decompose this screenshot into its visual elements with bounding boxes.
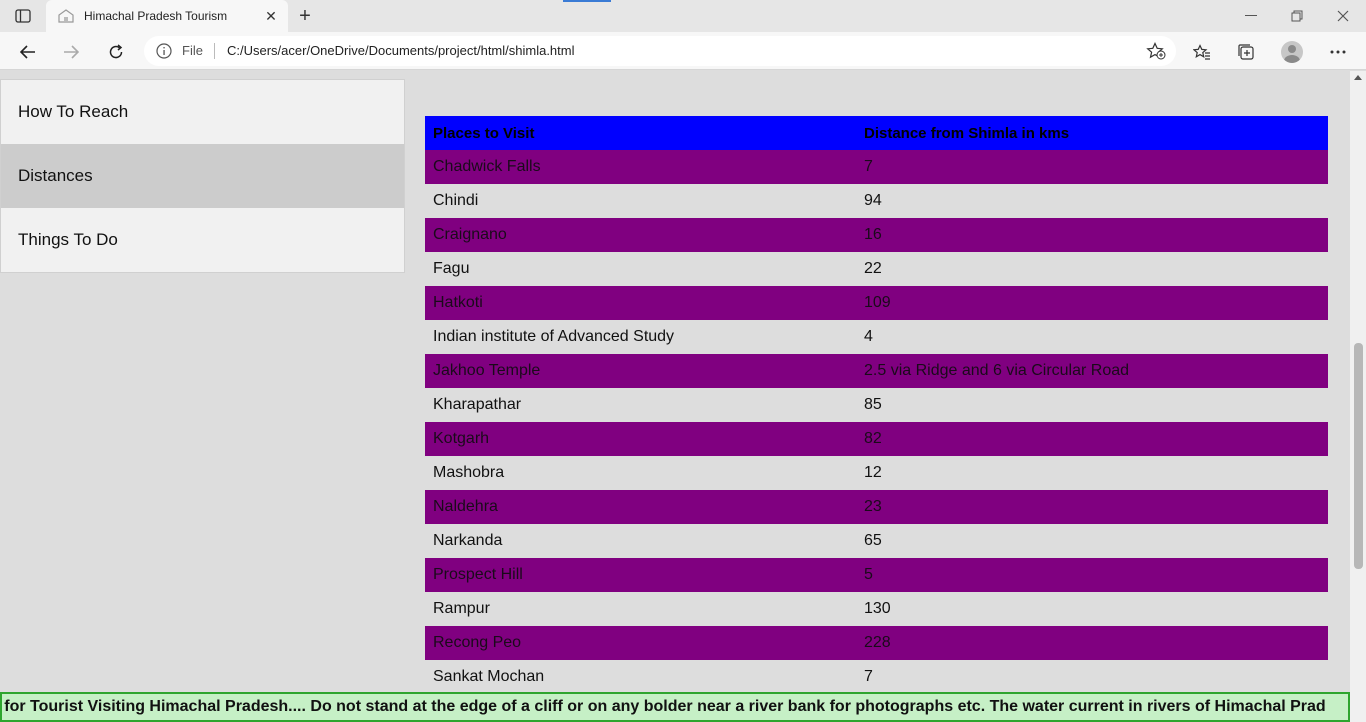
place-cell: Recong Peo — [425, 626, 856, 660]
table-row: Kharapathar 85 — [425, 388, 1328, 422]
place-cell: Craignano — [425, 218, 856, 252]
table-row: Narkanda 65 — [425, 524, 1328, 558]
accent-line — [563, 0, 611, 2]
place-cell: Narkanda — [433, 532, 503, 549]
distance-cell: 85 — [864, 396, 882, 413]
side-menu: How To Reach Distances Things To Do — [0, 79, 405, 273]
distance-cell: 228 — [856, 626, 1328, 660]
tab-actions-icon — [15, 9, 31, 23]
table-row: Fagu 22 — [425, 252, 1328, 286]
table-row: Chadwick Falls 7 — [425, 150, 1328, 184]
header-distance: Distance from Shimla in kms — [856, 116, 1328, 150]
tab-close-icon[interactable]: ✕ — [262, 7, 280, 25]
menu-item-how-to-reach[interactable]: How To Reach — [1, 80, 404, 144]
distance-cell: 94 — [864, 192, 882, 209]
place-cell: Fagu — [433, 260, 470, 277]
distance-cell: 22 — [864, 260, 882, 277]
table-row: Hatkoti 109 — [425, 286, 1328, 320]
tab-title: Himachal Pradesh Tourism — [84, 9, 228, 23]
place-cell: Naldehra — [425, 490, 856, 524]
menu-item-distances[interactable]: Distances — [1, 144, 404, 208]
place-cell: Jakhoo Temple — [425, 354, 856, 388]
distance-cell: 16 — [856, 218, 1328, 252]
place-cell: Hatkoti — [425, 286, 856, 320]
place-cell: Kharapathar — [433, 396, 522, 413]
distance-cell: 23 — [856, 490, 1328, 524]
table-row: Kotgarh 82 — [425, 422, 1328, 456]
distance-cell: 4 — [864, 328, 873, 345]
distance-cell: 82 — [856, 422, 1328, 456]
distances-table: Places to Visit Distance from Shimla in … — [425, 116, 1328, 694]
distance-cell: 2.5 via Ridge and 6 via Circular Road — [856, 354, 1328, 388]
table-row: Jakhoo Temple 2.5 via Ridge and 6 via Cir… — [425, 354, 1328, 388]
collections-icon[interactable] — [1233, 39, 1259, 65]
header-places: Places to Visit — [425, 116, 856, 150]
menu-item-things-to-do[interactable]: Things To Do — [1, 208, 404, 272]
distance-cell: 130 — [864, 600, 891, 617]
file-label: File — [182, 43, 203, 58]
distance-cell: 65 — [864, 532, 882, 549]
table-row: Indian institute of Advanced Study 4 — [425, 320, 1328, 354]
place-cell: Rampur — [433, 600, 490, 617]
back-icon[interactable] — [15, 39, 41, 65]
place-cell: Chindi — [433, 192, 479, 209]
close-window-icon[interactable] — [1328, 6, 1358, 26]
place-cell: Mashobra — [433, 464, 505, 481]
minimize-icon[interactable] — [1236, 6, 1266, 26]
address-bar[interactable]: File C:/Users/acer/OneDrive/Documents/pr… — [144, 36, 1176, 66]
table-row: Mashobra 12 — [425, 456, 1328, 490]
distance-cell: 12 — [864, 464, 882, 481]
distance-cell: 5 — [856, 558, 1328, 592]
page-content: How To Reach Distances Things To Do Plac… — [0, 71, 1350, 722]
tab-bar: Himachal Pradesh Tourism ✕ + — [0, 0, 1366, 32]
table-row: Prospect Hill 5 — [425, 558, 1328, 592]
browser-tab[interactable]: Himachal Pradesh Tourism ✕ — [46, 0, 288, 32]
table-row: Rampur 130 — [425, 592, 1328, 626]
place-cell: Prospect Hill — [425, 558, 856, 592]
place-cell: Kotgarh — [425, 422, 856, 456]
profile-button[interactable] — [1279, 39, 1305, 65]
avatar — [1281, 41, 1303, 63]
marquee-text: es for Tourist Visiting Himachal Pradesh… — [0, 698, 1326, 715]
scroll-up-icon[interactable] — [1354, 75, 1362, 80]
place-cell: Sankat Mochan — [433, 668, 545, 685]
table-row: Craignano 16 — [425, 218, 1328, 252]
tab-favicon-icon — [58, 9, 74, 23]
tab-actions-button[interactable] — [10, 6, 36, 26]
favorites-icon[interactable] — [1189, 39, 1215, 65]
table-row: Sankat Mochan 7 — [425, 660, 1328, 694]
table-row: Chindi 94 — [425, 184, 1328, 218]
restore-icon[interactable] — [1282, 6, 1312, 26]
refresh-icon[interactable] — [103, 39, 129, 65]
distance-cell: 7 — [864, 668, 873, 685]
warning-marquee: es for Tourist Visiting Himachal Pradesh… — [0, 692, 1350, 722]
place-cell: Chadwick Falls — [425, 150, 856, 184]
url-text[interactable]: C:/Users/acer/OneDrive/Documents/project… — [227, 43, 575, 58]
new-tab-button[interactable]: + — [294, 5, 316, 27]
distance-cell: 7 — [856, 150, 1328, 184]
table-row: Recong Peo 228 — [425, 626, 1328, 660]
table-row: Naldehra 23 — [425, 490, 1328, 524]
info-icon[interactable] — [156, 43, 172, 59]
more-options-icon[interactable] — [1325, 39, 1351, 65]
browser-toolbar: File C:/Users/acer/OneDrive/Documents/pr… — [0, 32, 1366, 70]
add-favorite-icon[interactable] — [1146, 42, 1166, 60]
table-header-row: Places to Visit Distance from Shimla in … — [425, 116, 1328, 150]
forward-icon[interactable] — [58, 39, 84, 65]
place-cell: Indian institute of Advanced Study — [433, 328, 675, 345]
scroll-thumb[interactable] — [1354, 343, 1363, 569]
distance-cell: 109 — [856, 286, 1328, 320]
scrollbar[interactable] — [1350, 71, 1366, 722]
address-separator — [214, 43, 215, 59]
